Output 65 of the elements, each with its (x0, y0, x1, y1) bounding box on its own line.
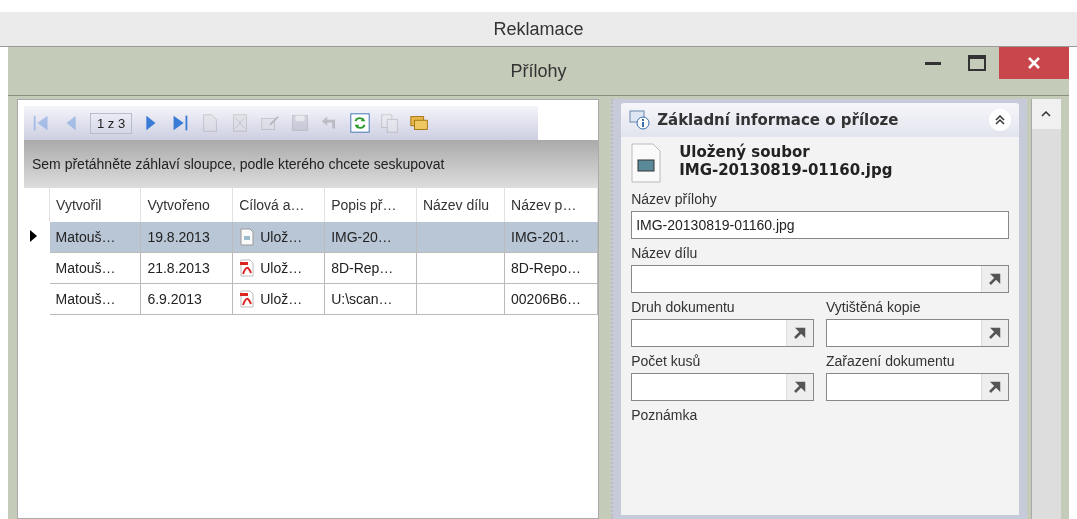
table-row[interactable]: Matouš… 21.8.2013 Ulož… 8D-Rep… 8D-Repo… (24, 252, 598, 284)
minimize-icon (925, 61, 941, 65)
table-cell: Matouš… (49, 283, 141, 315)
scrollbar[interactable] (1030, 99, 1061, 519)
table-row[interactable]: Matouš… 6.9.2013 Ulož… U:\scan… 00206B6… (24, 283, 598, 315)
lookup-field[interactable] (826, 373, 1009, 401)
info-icon (629, 110, 652, 130)
lookup-button[interactable] (980, 266, 1008, 292)
table-cell: 8D-Rep… (324, 252, 417, 284)
field-label: Druh dokumentu (631, 299, 736, 315)
lookup-field[interactable] (631, 319, 814, 347)
lookup-field[interactable] (631, 373, 814, 401)
arrow-icon (988, 327, 1001, 339)
refresh-icon (349, 112, 372, 134)
scroll-up-button[interactable] (1031, 99, 1061, 129)
table-cell: Matouš… (49, 252, 141, 284)
table-cell: IMG-20… (324, 222, 417, 253)
image-file-icon (239, 228, 255, 246)
arrow-icon (794, 327, 806, 339)
field-label: Poznámka (631, 407, 699, 423)
group-hint: Sem přetáhněte záhlaví sloupce, podle kterého chcete seskupovat (32, 156, 445, 172)
field-label: Název přílohy (631, 191, 718, 207)
image-file-icon (631, 143, 662, 183)
current-row-icon (30, 230, 37, 243)
lookup-button[interactable] (786, 320, 813, 346)
file-name: IMG-20130819-01160.jpg (679, 161, 893, 179)
table-cell: Ulož… (260, 229, 303, 245)
app-title: Reklamace (493, 18, 584, 40)
collapse-button[interactable] (988, 109, 1011, 131)
table-row[interactable]: Matouš… 19.8.2013 Ulož… IMG-20… IMG-201… (24, 222, 598, 253)
arrow-icon (988, 273, 1001, 285)
refresh-button[interactable] (348, 111, 373, 135)
input-field[interactable]: IMG-20130819-01160.jpg (631, 211, 1009, 239)
table-cell: 21.8.2013 (140, 252, 233, 284)
field-label: Počet kusů (631, 353, 702, 369)
table-cell: Ulož… (260, 260, 303, 276)
lookup-button[interactable] (980, 374, 1008, 400)
table-cell: 6.9.2013 (140, 283, 233, 315)
table-cell: IMG-201… (504, 222, 598, 253)
arrow-icon (794, 381, 806, 393)
close-icon (1028, 57, 1040, 69)
pdf-icon (239, 259, 255, 277)
table-cell: 8D-Repo… (504, 252, 598, 284)
field-label: Vytištěná kopie (826, 299, 922, 315)
lookup-field[interactable] (631, 265, 1009, 293)
double-chevron-up-icon (994, 115, 1005, 125)
table-cell: U:\scan… (324, 283, 417, 315)
page-indicator: 1 z 3 (90, 112, 133, 134)
table-cell: Ulož… (260, 291, 303, 307)
lookup-button[interactable] (786, 374, 813, 400)
close-button[interactable] (999, 47, 1069, 79)
window-title: Přílohy (510, 60, 567, 82)
table-cell: 00206B6… (504, 283, 598, 315)
field-label: Název dílu (631, 245, 699, 261)
pdf-icon (239, 290, 255, 308)
lookup-button[interactable] (980, 320, 1008, 346)
arrow-icon (988, 381, 1001, 393)
chevron-up-icon (1041, 111, 1052, 117)
table-cell: 19.8.2013 (140, 222, 233, 253)
section-title: Základní informace o příloze (657, 111, 900, 129)
field-label: Zařazení dokumentu (826, 353, 956, 369)
file-label: Uložený soubor (679, 143, 811, 161)
lookup-field[interactable] (826, 319, 1009, 347)
table-cell: Matouš… (49, 222, 141, 253)
maximize-icon (968, 55, 986, 71)
